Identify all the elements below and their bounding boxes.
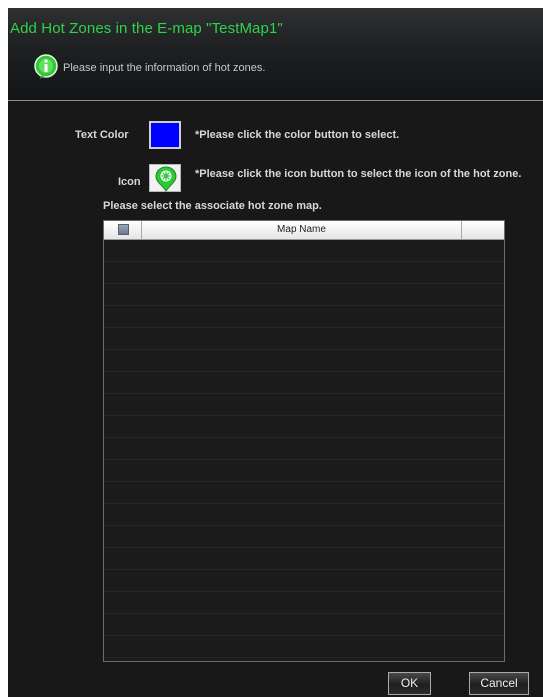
text-color-button[interactable] (149, 121, 181, 149)
empty-table-row (104, 592, 504, 614)
empty-table-row (104, 328, 504, 350)
dialog-header: Add Hot Zones in the E-map "TestMap1" Pl… (8, 8, 543, 101)
text-color-hint: *Please click the color button to select… (195, 129, 400, 141)
icon-select-button[interactable] (149, 164, 181, 192)
text-color-label: Text Color (75, 129, 129, 141)
empty-table-row (104, 394, 504, 416)
empty-table-row (104, 306, 504, 328)
hot-zone-map-table[interactable]: Map Name (103, 220, 505, 662)
empty-table-row (104, 284, 504, 306)
empty-table-row (104, 262, 504, 284)
empty-table-row (104, 526, 504, 548)
empty-table-row (104, 548, 504, 570)
empty-table-row (104, 240, 504, 262)
empty-table-row (104, 438, 504, 460)
select-all-checkbox[interactable] (118, 224, 129, 235)
empty-table-row (104, 570, 504, 592)
empty-table-row (104, 482, 504, 504)
icon-hint: *Please click the icon button to select … (195, 168, 522, 180)
empty-table-row (104, 636, 504, 658)
info-balloon-icon (34, 54, 58, 79)
cancel-button[interactable]: Cancel (469, 672, 529, 695)
map-select-prompt: Please select the associate hot zone map… (103, 200, 322, 212)
select-all-column (104, 221, 142, 239)
icon-label: Icon (118, 176, 141, 188)
dialog-subtitle: Please input the information of hot zone… (63, 62, 266, 74)
empty-table-row (104, 372, 504, 394)
empty-table-row (104, 350, 504, 372)
empty-table-row (104, 460, 504, 482)
empty-table-row (104, 614, 504, 636)
column-header-map-name[interactable]: Map Name (142, 221, 462, 239)
table-header: Map Name (104, 221, 504, 240)
hot-zone-pin-icon (155, 166, 177, 192)
add-hot-zone-dialog: Add Hot Zones in the E-map "TestMap1" Pl… (8, 8, 543, 697)
empty-table-row (104, 504, 504, 526)
ok-button[interactable]: OK (388, 672, 431, 695)
empty-table-row (104, 416, 504, 438)
dialog-title: Add Hot Zones in the E-map "TestMap1" (10, 20, 283, 37)
table-body (104, 240, 504, 658)
